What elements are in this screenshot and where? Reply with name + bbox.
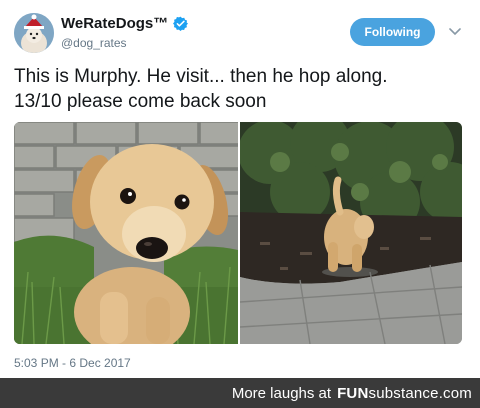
tweet-card: WeRateDogs™ @dog_rates Following This is… (0, 0, 480, 378)
funsubstance-logo[interactable]: FUNsubstance.com (337, 385, 472, 402)
tweet-media (14, 122, 462, 344)
tweet-text: This is Murphy. He visit... then he hop … (14, 64, 474, 114)
avatar[interactable] (14, 13, 54, 53)
tweet-timestamp[interactable]: 5:03 PM - 6 Dec 2017 (14, 356, 131, 370)
verified-badge-icon (173, 16, 189, 31)
following-button[interactable]: Following (350, 18, 435, 46)
handle[interactable]: @dog_rates (61, 36, 127, 50)
chevron-down-icon[interactable] (449, 28, 461, 36)
footer-more-label: More laughs at (231, 384, 332, 402)
logo-part-substance: substance (368, 384, 439, 402)
funsubstance-footer: More laughs at FUNsubstance.com (0, 378, 480, 408)
puppy-walking-photo[interactable] (240, 122, 462, 344)
logo-part-fun: FUN (337, 384, 369, 402)
puppy-closeup-photo[interactable] (14, 122, 238, 344)
tweet-text-line1: This is Murphy. He visit... then he hop … (14, 66, 388, 87)
display-name[interactable]: WeRateDogs™ (61, 15, 189, 32)
display-name-label: WeRateDogs™ (61, 15, 169, 32)
tweet-text-line2: 13/10 please come back soon (14, 91, 267, 112)
logo-part-com: .com (438, 384, 472, 402)
